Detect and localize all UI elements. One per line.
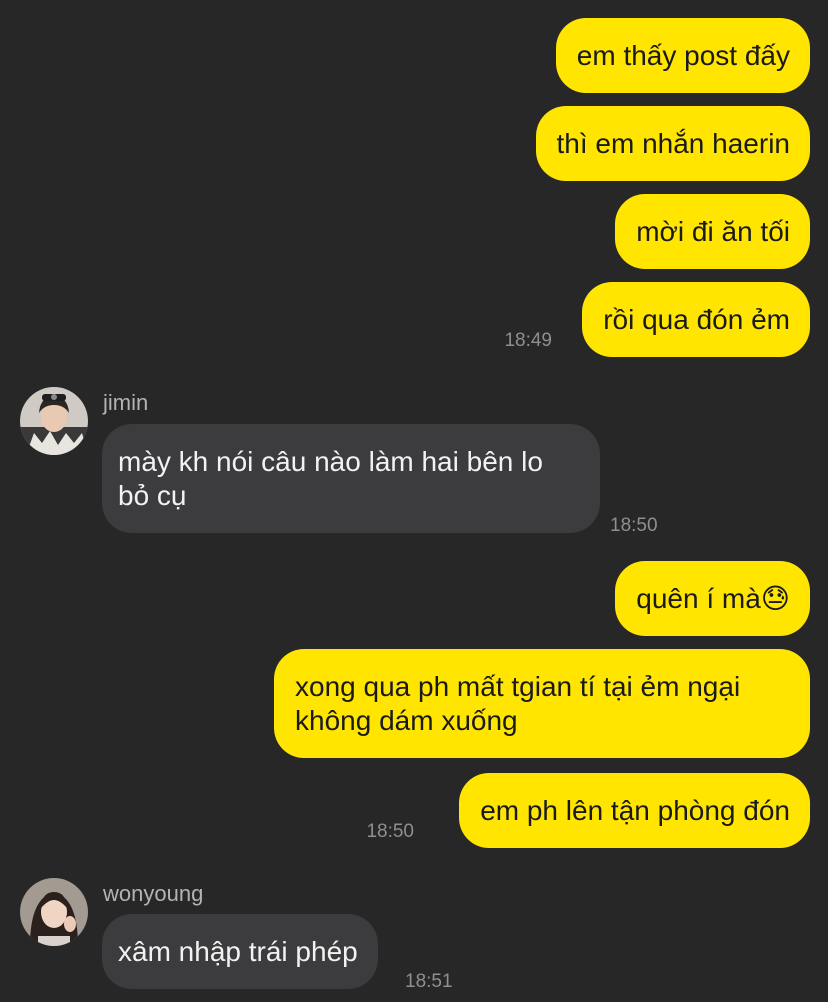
outgoing-message[interactable]: xong qua ph mất tgian tí tại ẻm ngại khô…: [274, 649, 810, 758]
outgoing-message[interactable]: em ph lên tận phòng đón: [459, 773, 810, 848]
sender-name: jimin: [103, 390, 149, 415]
message-text: mời đi ăn tối: [636, 216, 790, 247]
sweat-emoji-icon: 😓: [760, 583, 790, 614]
outgoing-message[interactable]: quên í mà😓: [615, 561, 810, 636]
message-timestamp: 18:50: [366, 821, 414, 842]
outgoing-message[interactable]: em thấy post đấy: [555, 18, 810, 93]
wonyoung-avatar-photo: [20, 878, 88, 946]
message-text: mày kh nói câu nào làm hai bên lo bỏ cụ: [118, 446, 543, 511]
incoming-message[interactable]: mày kh nói câu nào làm hai bên lo bỏ cụ: [102, 424, 600, 533]
message-text: rồi qua đón ẻm: [603, 304, 790, 335]
message-timestamp: 18:50: [610, 515, 658, 536]
message-text: xong qua ph mất tgian tí tại ẻm ngại khô…: [295, 671, 741, 736]
jimin-avatar-photo: [20, 387, 88, 455]
avatar[interactable]: [20, 878, 88, 946]
message-text: em thấy post đấy: [576, 40, 790, 71]
message-text: thì em nhắn haerin: [556, 128, 791, 159]
message-timestamp: 18:51: [405, 971, 453, 992]
chat-thread[interactable]: em thấy post đấy thì em nhắn haerin mời …: [0, 0, 828, 1002]
message-text: em ph lên tận phòng đón: [480, 795, 790, 826]
message-text: xâm nhập trái phép: [118, 936, 358, 967]
avatar[interactable]: [20, 387, 88, 455]
message-text: quên í mà: [636, 583, 761, 614]
incoming-message[interactable]: xâm nhập trái phép: [102, 914, 378, 989]
outgoing-message[interactable]: rồi qua đón ẻm: [582, 282, 810, 357]
sender-name: wonyoung: [103, 881, 204, 906]
outgoing-message[interactable]: thì em nhắn haerin: [535, 106, 810, 181]
outgoing-message[interactable]: mời đi ăn tối: [615, 194, 810, 269]
message-timestamp: 18:49: [504, 330, 552, 351]
